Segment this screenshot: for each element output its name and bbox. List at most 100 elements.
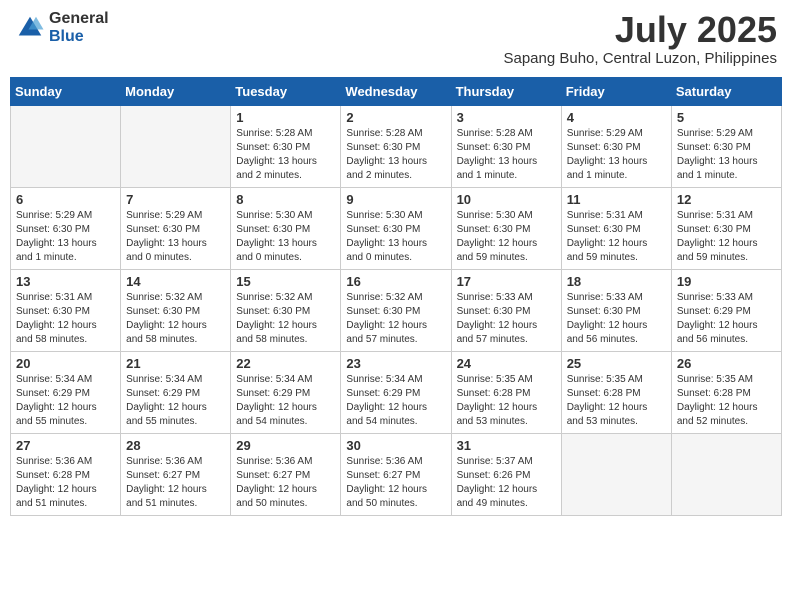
day-info: Sunrise: 5:33 AMSunset: 6:30 PMDaylight:… [567,291,666,347]
calendar-cell [561,433,671,515]
day-number: 10 [457,192,556,207]
day-number: 17 [457,274,556,289]
day-number: 3 [457,110,556,125]
calendar-cell: 3 Sunrise: 5:28 AMSunset: 6:30 PMDaylight… [451,105,561,187]
day-info: Sunrise: 5:31 AMSunset: 6:30 PMDaylight:… [677,209,776,265]
calendar-cell: 30 Sunrise: 5:36 AMSunset: 6:27 PMDayligh… [341,433,451,515]
title-block: July 2025 Sapang Buho, Central Luzon, Ph… [503,10,777,67]
calendar-cell: 22 Sunrise: 5:34 AMSunset: 6:29 PMDayligh… [231,351,341,433]
calendar-cell: 26 Sunrise: 5:35 AMSunset: 6:28 PMDayligh… [671,351,781,433]
calendar-cell: 20 Sunrise: 5:34 AMSunset: 6:29 PMDayligh… [11,351,121,433]
calendar-week-row: 20 Sunrise: 5:34 AMSunset: 6:29 PMDayligh… [11,351,782,433]
day-info: Sunrise: 5:34 AMSunset: 6:29 PMDaylight:… [346,373,445,429]
day-number: 27 [16,438,115,453]
day-info: Sunrise: 5:32 AMSunset: 6:30 PMDaylight:… [236,291,335,347]
logo-general-text: General [49,10,109,28]
page-header: General Blue July 2025 Sapang Buho, Cent… [10,10,782,67]
day-number: 13 [16,274,115,289]
day-info: Sunrise: 5:34 AMSunset: 6:29 PMDaylight:… [16,373,115,429]
day-number: 26 [677,356,776,371]
day-info: Sunrise: 5:29 AMSunset: 6:30 PMDaylight:… [567,127,666,183]
calendar-cell [671,433,781,515]
calendar-cell: 31Sunrise: 5:37 AMSunset: 6:26 PMDayligh… [451,433,561,515]
calendar-cell: 18 Sunrise: 5:33 AMSunset: 6:30 PMDayligh… [561,269,671,351]
day-number: 18 [567,274,666,289]
day-number: 4 [567,110,666,125]
calendar-table: SundayMondayTuesdayWednesdayThursdayFrid… [10,77,782,516]
day-info: Sunrise: 5:36 AMSunset: 6:27 PMDaylight:… [126,455,225,511]
day-number: 19 [677,274,776,289]
day-number: 20 [16,356,115,371]
calendar-cell: 10 Sunrise: 5:30 AMSunset: 6:30 PMDayligh… [451,187,561,269]
weekday-header: Tuesday [231,77,341,105]
logo-icon [15,13,45,43]
calendar-cell: 27 Sunrise: 5:36 AMSunset: 6:28 PMDayligh… [11,433,121,515]
calendar-cell: 2Sunrise: 5:28 AMSunset: 6:30 PMDaylight… [341,105,451,187]
day-info: Sunrise: 5:35 AMSunset: 6:28 PMDaylight:… [457,373,556,429]
calendar-cell [11,105,121,187]
day-number: 6 [16,192,115,207]
calendar-cell: 5 Sunrise: 5:29 AMSunset: 6:30 PMDaylight… [671,105,781,187]
day-info: Sunrise: 5:28 AMSunset: 6:30 PMDaylight:… [457,127,556,183]
calendar-cell: 7Sunrise: 5:29 AMSunset: 6:30 PMDaylight… [121,187,231,269]
day-number: 21 [126,356,225,371]
calendar-week-row: 13 Sunrise: 5:31 AMSunset: 6:30 PMDayligh… [11,269,782,351]
calendar-week-row: 27 Sunrise: 5:36 AMSunset: 6:28 PMDayligh… [11,433,782,515]
day-info: Sunrise: 5:33 AMSunset: 6:29 PMDaylight:… [677,291,776,347]
day-number: 8 [236,192,335,207]
day-number: 23 [346,356,445,371]
weekday-header: Sunday [11,77,121,105]
day-info: Sunrise: 5:36 AMSunset: 6:28 PMDaylight:… [16,455,115,511]
day-number: 30 [346,438,445,453]
calendar-cell: 6 Sunrise: 5:29 AMSunset: 6:30 PMDaylight… [11,187,121,269]
day-info: Sunrise: 5:30 AMSunset: 6:30 PMDaylight:… [236,209,335,265]
calendar-cell: 4 Sunrise: 5:29 AMSunset: 6:30 PMDaylight… [561,105,671,187]
day-number: 15 [236,274,335,289]
day-number: 11 [567,192,666,207]
day-number: 2 [346,110,445,125]
day-info: Sunrise: 5:32 AMSunset: 6:30 PMDaylight:… [346,291,445,347]
day-number: 5 [677,110,776,125]
calendar-cell: 12 Sunrise: 5:31 AMSunset: 6:30 PMDayligh… [671,187,781,269]
day-info: Sunrise: 5:29 AMSunset: 6:30 PMDaylight:… [16,209,115,265]
month-title: July 2025 [503,10,777,50]
day-number: 14 [126,274,225,289]
calendar-cell: 13 Sunrise: 5:31 AMSunset: 6:30 PMDayligh… [11,269,121,351]
calendar-cell: 15 Sunrise: 5:32 AMSunset: 6:30 PMDayligh… [231,269,341,351]
calendar-cell: 17Sunrise: 5:33 AMSunset: 6:30 PMDayligh… [451,269,561,351]
day-info: Sunrise: 5:32 AMSunset: 6:30 PMDaylight:… [126,291,225,347]
day-info: Sunrise: 5:30 AMSunset: 6:30 PMDaylight:… [346,209,445,265]
calendar-cell: 23 Sunrise: 5:34 AMSunset: 6:29 PMDayligh… [341,351,451,433]
day-info: Sunrise: 5:34 AMSunset: 6:29 PMDaylight:… [236,373,335,429]
day-number: 28 [126,438,225,453]
calendar-cell: 16Sunrise: 5:32 AMSunset: 6:30 PMDayligh… [341,269,451,351]
day-info: Sunrise: 5:36 AMSunset: 6:27 PMDaylight:… [346,455,445,511]
day-info: Sunrise: 5:30 AMSunset: 6:30 PMDaylight:… [457,209,556,265]
day-number: 31 [457,438,556,453]
day-info: Sunrise: 5:29 AMSunset: 6:30 PMDaylight:… [126,209,225,265]
calendar-week-row: 1Sunrise: 5:28 AMSunset: 6:30 PMDaylight… [11,105,782,187]
weekday-header: Monday [121,77,231,105]
calendar-header-row: SundayMondayTuesdayWednesdayThursdayFrid… [11,77,782,105]
day-info: Sunrise: 5:35 AMSunset: 6:28 PMDaylight:… [677,373,776,429]
weekday-header: Thursday [451,77,561,105]
day-info: Sunrise: 5:35 AMSunset: 6:28 PMDaylight:… [567,373,666,429]
day-info: Sunrise: 5:29 AMSunset: 6:30 PMDaylight:… [677,127,776,183]
calendar-cell: 25Sunrise: 5:35 AMSunset: 6:28 PMDayligh… [561,351,671,433]
day-info: Sunrise: 5:34 AMSunset: 6:29 PMDaylight:… [126,373,225,429]
calendar-cell: 24Sunrise: 5:35 AMSunset: 6:28 PMDayligh… [451,351,561,433]
weekday-header: Wednesday [341,77,451,105]
day-info: Sunrise: 5:31 AMSunset: 6:30 PMDaylight:… [16,291,115,347]
weekday-header: Saturday [671,77,781,105]
calendar-cell: 29Sunrise: 5:36 AMSunset: 6:27 PMDayligh… [231,433,341,515]
calendar-cell: 19 Sunrise: 5:33 AMSunset: 6:29 PMDayligh… [671,269,781,351]
logo-blue-text: Blue [49,28,109,46]
day-number: 12 [677,192,776,207]
calendar-cell: 8 Sunrise: 5:30 AMSunset: 6:30 PMDaylight… [231,187,341,269]
calendar-cell: 21 Sunrise: 5:34 AMSunset: 6:29 PMDayligh… [121,351,231,433]
day-number: 22 [236,356,335,371]
day-number: 29 [236,438,335,453]
calendar-cell [121,105,231,187]
logo: General Blue [15,10,109,45]
calendar-cell: 11Sunrise: 5:31 AMSunset: 6:30 PMDayligh… [561,187,671,269]
